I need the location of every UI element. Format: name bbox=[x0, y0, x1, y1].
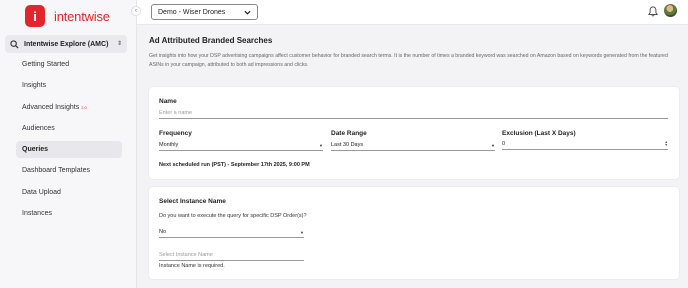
sidebar-item-data-upload[interactable]: Data Upload bbox=[16, 184, 122, 201]
frequency-label: Frequency bbox=[159, 130, 192, 137]
caret-down-icon: ▼ bbox=[491, 142, 495, 148]
sidebar-item-getting-started[interactable]: Getting Started bbox=[16, 56, 122, 73]
chevron-left-icon[interactable]: ‹ bbox=[131, 6, 141, 16]
sidebar-nav: Getting Started Insights Advanced Insigh… bbox=[16, 56, 122, 226]
date-range-label: Date Range bbox=[331, 130, 367, 137]
name-label: Name bbox=[159, 98, 177, 105]
bell-icon[interactable] bbox=[648, 6, 658, 17]
instance-error-message: Instance Name is required. bbox=[159, 263, 225, 269]
sidebar-item-instances[interactable]: Instances bbox=[16, 205, 122, 222]
number-stepper-icon[interactable]: ▲ ▼ bbox=[665, 140, 668, 147]
instance-section-label: Select Instance Name bbox=[159, 198, 226, 205]
dsp-order-select[interactable]: No ▼ bbox=[159, 227, 304, 238]
instance-card: Select Instance Name Do you want to exec… bbox=[149, 187, 679, 279]
date-range-select[interactable]: Last 30 Days ▼ bbox=[331, 140, 495, 151]
search-analytics-icon bbox=[10, 39, 19, 49]
version-badge: 2.0 bbox=[81, 104, 87, 110]
instance-name-input[interactable]: Select Instance Name bbox=[159, 250, 304, 261]
next-scheduled-run: Next scheduled run (PST) - September 17t… bbox=[159, 162, 310, 168]
exclusion-input[interactable]: 0 ▲ ▼ bbox=[502, 139, 668, 150]
exclusion-label: Exclusion (Last X Days) bbox=[502, 130, 576, 137]
account-selector[interactable]: Demo - Wiser Drones bbox=[151, 4, 258, 20]
caret-down-icon: ▼ bbox=[300, 229, 304, 235]
sidebar-item-queries[interactable]: Queries bbox=[16, 141, 122, 159]
caret-down-icon: ▼ bbox=[319, 142, 323, 148]
name-input[interactable]: Enter a name bbox=[159, 108, 668, 119]
user-avatar[interactable] bbox=[664, 4, 677, 17]
sidebar-item-dashboard-templates[interactable]: Dashboard Templates bbox=[16, 162, 122, 179]
account-value: Demo - Wiser Drones bbox=[158, 8, 226, 16]
page-title: Ad Attributed Branded Searches bbox=[149, 36, 273, 45]
sidebar-item-advanced-insights[interactable]: Advanced Insights 2.0 bbox=[16, 99, 122, 116]
chevron-updown-icon: ⇕ bbox=[116, 41, 122, 47]
frequency-select[interactable]: Monthly ▼ bbox=[159, 140, 323, 151]
intentwise-logo: i bbox=[25, 5, 45, 27]
sidebar-item-insights[interactable]: Insights bbox=[16, 77, 122, 94]
sidebar-item-audiences[interactable]: Audiences bbox=[16, 120, 122, 137]
page-description: Get insights into how your DSP advertisi… bbox=[149, 53, 668, 68]
brand-name: intentwise bbox=[54, 8, 110, 24]
brand[interactable]: i intentwise bbox=[25, 5, 110, 27]
chevron-down-icon bbox=[244, 10, 251, 15]
query-settings-card: Name Enter a name Frequency Monthly ▼ Da… bbox=[149, 87, 679, 179]
dsp-order-question: Do you want to execute the query for spe… bbox=[159, 213, 307, 219]
module-selector[interactable]: Intentwise Explore (AMC) ⇕ bbox=[5, 35, 127, 53]
topbar: Demo - Wiser Drones bbox=[137, 0, 688, 25]
module-label: Intentwise Explore (AMC) bbox=[24, 40, 109, 48]
sidebar: i intentwise Intentwise Explore (AMC) ⇕ … bbox=[0, 0, 137, 288]
